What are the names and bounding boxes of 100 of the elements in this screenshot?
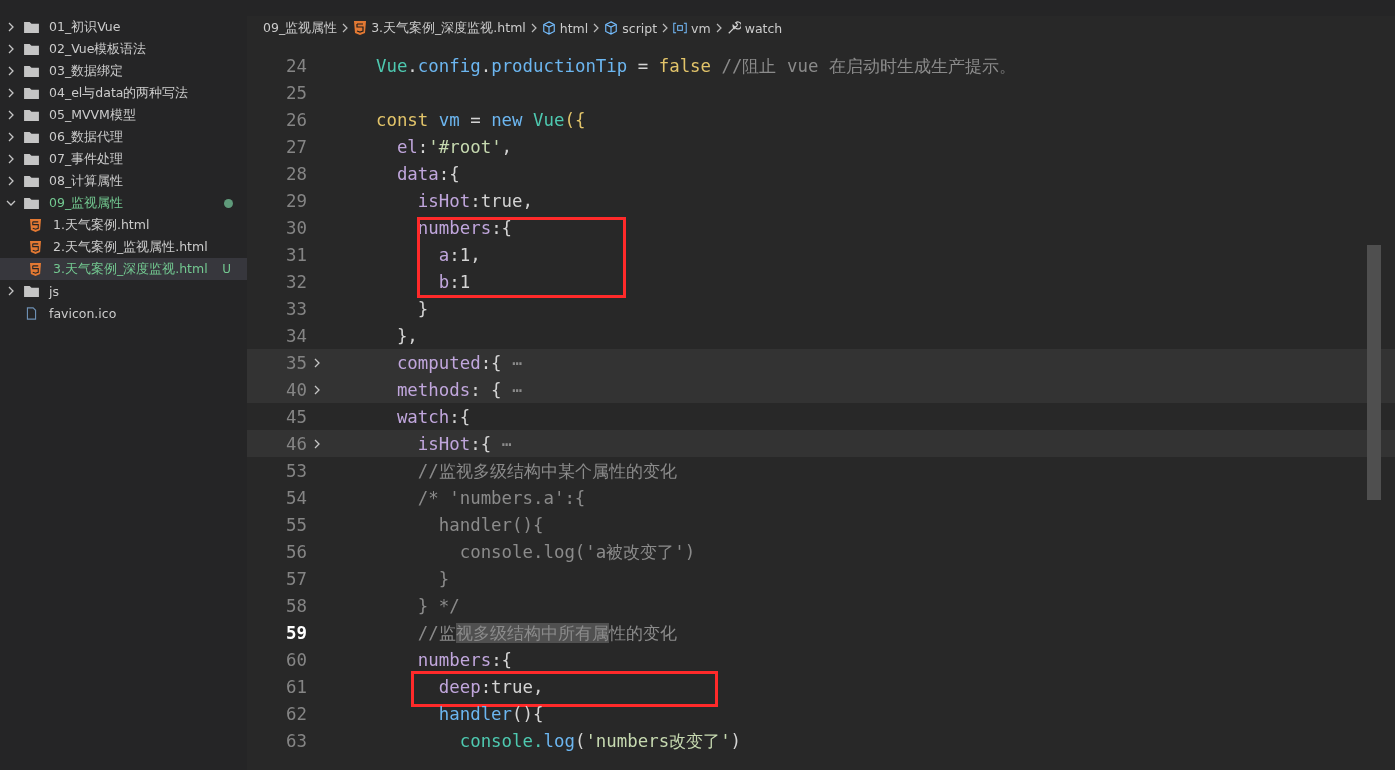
line-number: 56 (285, 541, 307, 562)
line-number: 59 (285, 622, 307, 643)
tree-item[interactable]: 06_数据代理 (0, 126, 247, 148)
tree-item[interactable]: 01_初识Vue (0, 16, 247, 38)
folder-icon (24, 42, 39, 56)
code-line: }, (395, 325, 418, 346)
folder-icon (24, 20, 39, 34)
line-number: 31 (285, 244, 307, 265)
line-number: 25 (285, 82, 307, 103)
chevron-icon (529, 23, 538, 33)
breadcrumb-item[interactable]: 09_监视属性 (263, 19, 338, 37)
breadcrumb-item[interactable]: script (622, 20, 658, 36)
tree-label: 01_初识Vue (49, 18, 121, 36)
tree-item[interactable]: 2.天气案例_监视属性.html (0, 236, 247, 258)
html-file-icon (30, 218, 41, 232)
tree-label: 03_数据绑定 (49, 62, 124, 80)
tree-item[interactable]: 03_数据绑定 (0, 60, 247, 82)
tree-label: 1.天气案例.html (53, 216, 150, 234)
tree-label: 07_事件处理 (49, 150, 124, 168)
code-line: } (437, 568, 450, 589)
folder-icon (24, 130, 39, 144)
html-file-icon (353, 21, 368, 35)
line-number: 40 (285, 379, 307, 400)
folder-icon (24, 64, 39, 78)
code-line: } */ (416, 595, 460, 616)
code-line: numbers:{ (416, 217, 513, 238)
file-icon (24, 306, 39, 320)
folder-icon (24, 152, 39, 166)
line-number: 33 (285, 298, 307, 319)
line-number: 46 (285, 433, 307, 454)
tree-label: 09_监视属性 (49, 194, 124, 212)
fold-chevron-icon[interactable] (313, 384, 321, 395)
code-line: console.log('a被改变了') (458, 540, 696, 564)
fold-chevron-icon[interactable] (313, 357, 321, 368)
tree-label: favicon.ico (49, 305, 117, 321)
line-number: 30 (285, 217, 307, 238)
line-number: 61 (285, 676, 307, 697)
code-line: b:1 (437, 271, 471, 292)
line-number: 32 (285, 271, 307, 292)
line-number: 34 (285, 325, 307, 346)
chevron-icon (661, 23, 670, 33)
tree-label: 05_MVVM模型 (49, 106, 136, 124)
code-line: methods: { ⋯ (395, 379, 523, 400)
code-line: isHot:{ ⋯ (416, 433, 513, 454)
line-number: 35 (285, 352, 307, 373)
chevron-icon (592, 23, 601, 33)
breadcrumb-item[interactable]: html (559, 20, 589, 36)
cube-icon (541, 21, 556, 35)
code-line: isHot:true, (416, 190, 533, 211)
chevron-icon (714, 23, 723, 33)
code-line: //监视多级结构中所有属性的变化 (416, 621, 677, 645)
code-line: } (416, 298, 429, 319)
line-number: 53 (285, 460, 307, 481)
folder-icon (24, 86, 39, 100)
tree-label: 02_Vue模板语法 (49, 40, 147, 58)
line-number: 54 (285, 487, 307, 508)
breadcrumb-item[interactable]: 3.天气案例_深度监视.html (371, 19, 526, 37)
line-number: 60 (285, 649, 307, 670)
folder-icon (24, 284, 39, 298)
fold-chevron-icon[interactable] (313, 438, 321, 449)
breadcrumb-item[interactable]: vm (691, 20, 711, 36)
tree-item[interactable]: 3.天气案例_深度监视.html U (0, 258, 247, 280)
tree-label: 08_计算属性 (49, 172, 124, 190)
code-line: const vm = new Vue({ (374, 109, 586, 130)
html-file-icon (30, 240, 41, 254)
line-number: 57 (285, 568, 307, 589)
line-number: 24 (285, 55, 307, 76)
tree-label: 06_数据代理 (49, 128, 124, 146)
code-line: Vue.config.productionTip = false //阻止 vue 在启动时生成生产提示。 (374, 54, 1016, 78)
tree-item[interactable]: 07_事件处理 (0, 148, 247, 170)
line-number: 55 (285, 514, 307, 535)
code-line: deep:true, (437, 676, 544, 697)
html-file-icon (30, 262, 41, 276)
code-line: el:'#root', (395, 136, 513, 157)
folder-icon (24, 174, 39, 188)
line-number: 45 (285, 406, 307, 427)
chevron-icon (341, 23, 350, 33)
line-number: 28 (285, 163, 307, 184)
tree-item[interactable]: favicon.ico (0, 302, 247, 324)
tree-item[interactable]: 05_MVVM模型 (0, 104, 247, 126)
breadcrumb-item[interactable]: watch (744, 20, 783, 36)
line-number: 29 (285, 190, 307, 211)
tree-item[interactable]: 1.天气案例.html (0, 214, 247, 236)
tree-item[interactable]: 09_监视属性 (0, 192, 247, 214)
code-line: handler(){ (437, 703, 544, 724)
line-number: 27 (285, 136, 307, 157)
tree-item[interactable]: 08_计算属性 (0, 170, 247, 192)
line-number: 26 (285, 109, 307, 130)
variable-icon (673, 21, 688, 35)
tree-item[interactable]: 02_Vue模板语法 (0, 38, 247, 60)
tree-item[interactable]: js (0, 280, 247, 302)
tree-item[interactable]: 04_el与data的两种写法 (0, 82, 247, 104)
code-line: /* 'numbers.a':{ (416, 487, 586, 508)
code-line: console.log('numbers改变了') (458, 729, 742, 753)
code-line: a:1, (437, 244, 481, 265)
wrench-icon (726, 21, 741, 35)
tree-label: 2.天气案例_监视属性.html (53, 238, 208, 256)
folder-icon (24, 196, 39, 210)
folder-icon (24, 108, 39, 122)
cube-icon (604, 21, 619, 35)
